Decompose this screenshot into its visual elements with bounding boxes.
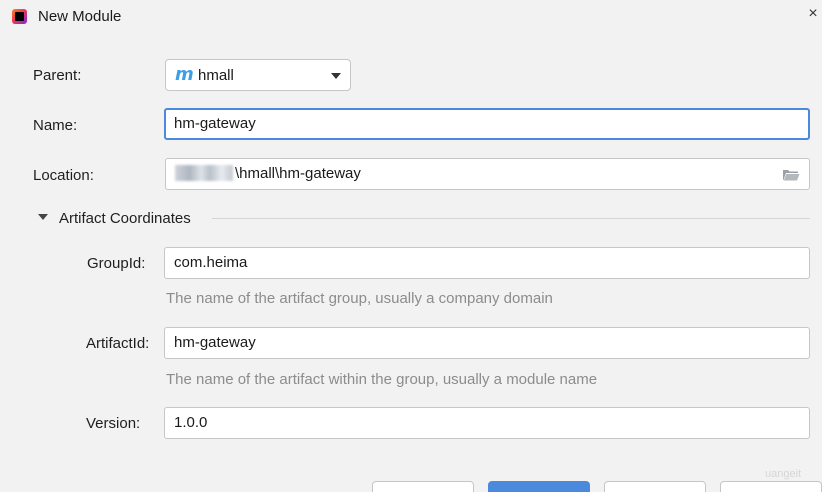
folder-icon[interactable] — [782, 168, 800, 181]
parent-select-value: hmall — [198, 67, 234, 84]
new-module-dialog: New Module × Parent: m hmall Name: hm-ga… — [0, 0, 822, 492]
group-id-label: GroupId: — [87, 255, 146, 272]
chevron-down-icon — [331, 73, 341, 79]
watermark: uangeit — [765, 468, 802, 480]
group-id-input[interactable]: com.heima — [164, 247, 810, 279]
dialog-title: New Module — [38, 8, 122, 25]
parent-label: Parent: — [33, 67, 82, 84]
section-collapse-icon[interactable] — [38, 214, 48, 220]
intellij-app-icon — [12, 9, 27, 24]
version-input[interactable]: 1.0.0 — [164, 407, 810, 439]
artifact-id-label: ArtifactId: — [86, 335, 150, 352]
location-input[interactable]: \hmall\hm-gateway — [165, 158, 810, 190]
section-divider — [212, 218, 810, 219]
group-id-hint: The name of the artifact group, usually … — [166, 290, 553, 307]
title-bar: New Module × — [0, 0, 822, 34]
help-button[interactable] — [720, 481, 822, 492]
parent-select[interactable]: m hmall — [165, 59, 351, 91]
location-path-value: \hmall\hm-gateway — [235, 165, 361, 182]
version-label: Version: — [86, 415, 141, 432]
name-label: Name: — [33, 117, 78, 134]
cancel-button[interactable] — [604, 481, 706, 492]
blurred-path-prefix — [175, 165, 233, 181]
artifact-coordinates-title[interactable]: Artifact Coordinates — [59, 210, 191, 227]
create-button[interactable] — [488, 481, 590, 492]
previous-button[interactable] — [372, 481, 474, 492]
location-label: Location: — [33, 167, 94, 184]
close-button[interactable]: × — [804, 4, 822, 24]
artifact-id-hint: The name of the artifact within the grou… — [166, 371, 598, 388]
maven-module-icon: m — [175, 64, 194, 85]
artifact-id-input[interactable]: hm-gateway — [164, 327, 810, 359]
name-input[interactable]: hm-gateway — [164, 108, 810, 140]
